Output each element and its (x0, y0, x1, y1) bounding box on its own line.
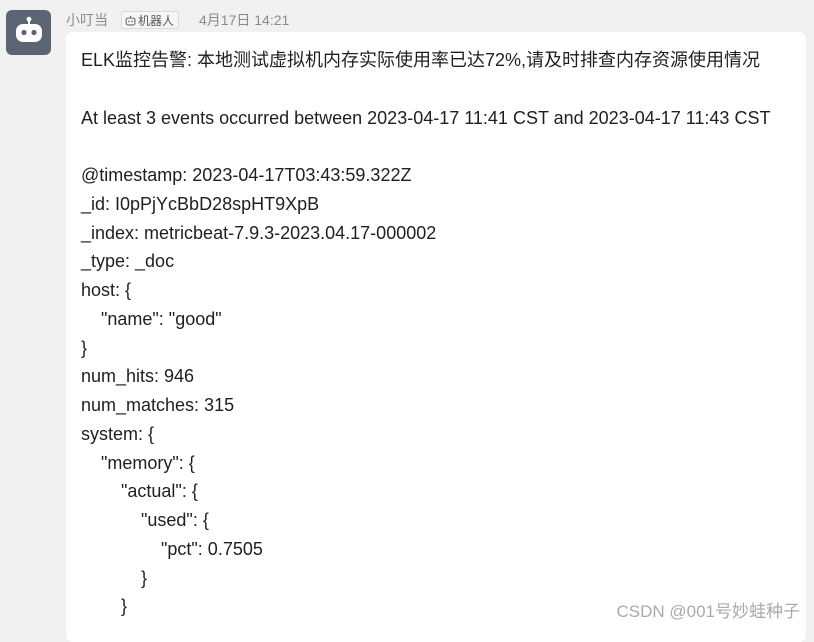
robot-icon (14, 16, 44, 49)
type-field-line: _type: _doc (81, 251, 175, 272)
host-open-line: host: { (81, 280, 132, 300)
memory-open-line: "memory": { (81, 452, 195, 473)
used-open-line: "used": { (81, 510, 209, 530)
used-close-line: } (81, 567, 148, 588)
index-field-line: _index: metricbeat-7.9.3-2023.04.17-0000… (81, 222, 437, 243)
pct-value-line: "pct": 0.7505 (81, 538, 263, 559)
sender-name[interactable]: 小叮当 (66, 10, 108, 30)
message-bubble[interactable]: ELK监控告警: 本地测试虚拟机内存实际使用率已达72%,请及时排查内存资源使用… (66, 32, 806, 642)
bot-badge-label: 机器人 (138, 13, 175, 28)
alert-title-line: ELK监控告警: 本地测试虚拟机内存实际使用率已达72%,请及时排查内存资源使用… (81, 50, 761, 70)
actual-open-line: "actual": { (81, 481, 198, 502)
system-open-line: system: { (81, 423, 155, 444)
robot-icon (125, 15, 136, 26)
message-timestamp: 4月17日 14:21 (199, 12, 290, 28)
bot-badge: 机器人 (121, 11, 180, 29)
timestamp-field-line: @timestamp: 2023-04-17T03:43:59.322Z (81, 165, 412, 185)
num-matches-line: num_matches: 315 (81, 395, 235, 415)
event-summary-line: At least 3 events occurred between 2023-… (81, 107, 771, 128)
message-header: 小叮当 机器人 4月17日 14:21 (66, 10, 289, 30)
num-hits-line: num_hits: 946 (81, 366, 195, 387)
host-close-line: } (81, 337, 88, 358)
host-name-line: "name": "good" (81, 308, 222, 329)
csdn-watermark: CSDN @001号妙蛙种子 (616, 602, 800, 621)
id-field-line: _id: I0pPjYcBbD28spHT9XpB (81, 193, 320, 214)
sender-avatar[interactable] (6, 10, 51, 55)
